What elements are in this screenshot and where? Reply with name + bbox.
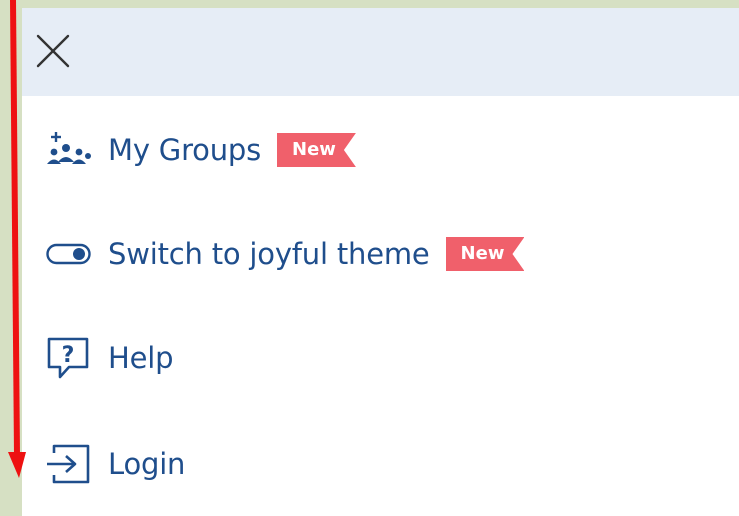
menu-header [22, 8, 739, 96]
screenshot-stage: My Groups New Switch to joyful theme New [0, 0, 739, 516]
menu-item-label: Login [108, 447, 186, 481]
login-icon [46, 444, 92, 484]
menu-item-login[interactable]: Login [46, 438, 185, 490]
menu-item-label: My Groups [108, 133, 261, 167]
menu-item-switch-theme[interactable]: Switch to joyful theme New [46, 228, 524, 280]
svg-text:?: ? [62, 343, 75, 368]
new-badge: New [446, 237, 525, 271]
menu-item-my-groups[interactable]: My Groups New [46, 124, 356, 176]
badge-text: New [446, 237, 525, 271]
close-button[interactable] [34, 32, 72, 70]
new-badge: New [277, 133, 356, 167]
close-icon [36, 34, 70, 68]
menu-item-help[interactable]: ? Help [46, 332, 174, 384]
side-menu-panel: My Groups New Switch to joyful theme New [22, 8, 739, 516]
badge-text: New [277, 133, 356, 167]
menu-item-label: Help [108, 341, 174, 375]
groups-icon [46, 130, 92, 170]
help-icon: ? [46, 337, 92, 379]
toggle-icon [46, 234, 92, 274]
menu-item-label: Switch to joyful theme [108, 237, 430, 271]
